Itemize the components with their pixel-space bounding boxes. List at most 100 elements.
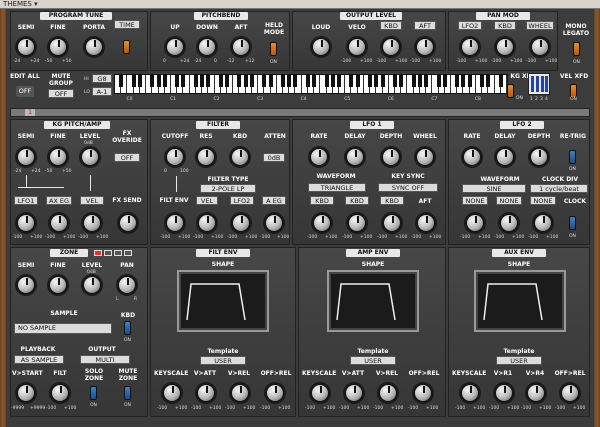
black-key[interactable]: [399, 75, 404, 87]
zone-filt-knob[interactable]: [51, 384, 69, 402]
res-knob[interactable]: [197, 148, 215, 166]
zone-fine-knob[interactable]: [49, 276, 67, 294]
pan-kbd-button[interactable]: KBD: [494, 21, 516, 30]
black-key[interactable]: [461, 75, 466, 87]
zone-view-list-icon[interactable]: [114, 250, 122, 256]
clock-toggle[interactable]: [569, 216, 576, 230]
black-key[interactable]: [181, 75, 186, 87]
black-key[interactable]: [293, 75, 298, 87]
keyboard[interactable]: [114, 74, 508, 94]
black-key[interactable]: [417, 75, 422, 87]
black-key[interactable]: [393, 75, 397, 87]
lo-note-display[interactable]: A-1: [92, 87, 112, 96]
filter-a-eg-knob[interactable]: [265, 214, 283, 232]
held-mode-toggle[interactable]: [270, 42, 277, 56]
kg-ax-eg-button[interactable]: AX EG: [46, 196, 72, 205]
black-key[interactable]: [455, 75, 460, 87]
lfo2-depth-knob[interactable]: [530, 148, 548, 166]
kg-fine-knob[interactable]: [49, 148, 67, 166]
time-display[interactable]: TIME: [114, 20, 140, 29]
fx-override-value[interactable]: OFF: [114, 153, 140, 162]
black-key[interactable]: [355, 75, 360, 87]
cutoff-knob[interactable]: [166, 148, 184, 166]
black-key[interactable]: [436, 75, 441, 87]
pb-aft-knob[interactable]: [232, 38, 250, 56]
black-key[interactable]: [442, 75, 447, 87]
sample-value[interactable]: NO SAMPLE: [14, 323, 112, 334]
lfo2-none3-button[interactable]: NONE: [530, 196, 556, 205]
black-key[interactable]: [486, 75, 491, 87]
v-start-knob[interactable]: [17, 384, 35, 402]
amp-env-template-value[interactable]: USER: [350, 356, 396, 365]
velo-knob[interactable]: [348, 38, 366, 56]
pan-wheel-knob[interactable]: [531, 38, 549, 56]
themes-menu[interactable]: THEMES ▾: [0, 0, 600, 9]
filter-lfo2-button[interactable]: LFO2: [230, 196, 254, 205]
aux-keyscale-knob[interactable]: [461, 384, 479, 402]
kg-level-knob[interactable]: [81, 148, 99, 166]
lfo2-none2-button[interactable]: NONE: [496, 196, 522, 205]
lfo1-wheel-knob[interactable]: [416, 148, 434, 166]
black-key[interactable]: [137, 75, 142, 87]
black-key[interactable]: [218, 75, 223, 87]
black-key[interactable]: [380, 75, 385, 87]
zone-pan-knob[interactable]: [118, 276, 136, 294]
re-trig-toggle[interactable]: [569, 150, 576, 164]
kg-vel-button[interactable]: VEL: [80, 196, 104, 205]
lfo2-none1-button[interactable]: NONE: [462, 196, 488, 205]
black-key[interactable]: [281, 75, 285, 87]
filter-a-eg-button[interactable]: A EG: [262, 196, 286, 205]
lfo1-kbd3-button[interactable]: KBD: [380, 196, 404, 205]
zone-view-red-icon[interactable]: [94, 250, 102, 256]
aux-v-r1-knob[interactable]: [495, 384, 513, 402]
black-key[interactable]: [330, 75, 335, 87]
zone-level-knob[interactable]: [83, 276, 101, 294]
kg-vel-knob[interactable]: [83, 214, 101, 232]
black-key[interactable]: [467, 75, 472, 87]
black-key[interactable]: [131, 75, 136, 87]
filter-kbd-knob[interactable]: [231, 148, 249, 166]
black-key[interactable]: [175, 75, 180, 87]
lfo2-none3-knob[interactable]: [534, 214, 552, 232]
black-key[interactable]: [498, 75, 503, 87]
kg-lfo1-knob[interactable]: [17, 214, 35, 232]
black-key[interactable]: [243, 75, 248, 87]
black-key[interactable]: [424, 75, 429, 87]
black-key[interactable]: [312, 75, 317, 87]
xfd-curve-graph[interactable]: [528, 73, 550, 95]
black-key[interactable]: [150, 75, 155, 87]
amp-off-rel-knob[interactable]: [414, 384, 432, 402]
lfo1-waveform-value[interactable]: TRIANGLE: [308, 183, 366, 192]
kbd-button[interactable]: KBD: [380, 21, 402, 30]
filt-env-knob[interactable]: [166, 214, 184, 232]
lfo1-kbd2-knob[interactable]: [348, 214, 366, 232]
kbd-level-knob[interactable]: [382, 38, 400, 56]
amp-v-att-knob[interactable]: [345, 384, 363, 402]
black-key[interactable]: [162, 75, 167, 87]
lfo1-aft-knob[interactable]: [417, 214, 435, 232]
filt-off-rel-knob[interactable]: [266, 384, 284, 402]
lfo1-kbd1-knob[interactable]: [313, 214, 331, 232]
aux-v-r4-knob[interactable]: [527, 384, 545, 402]
atten-value[interactable]: 0dB: [263, 153, 285, 162]
fx-send-knob[interactable]: [119, 214, 137, 232]
black-key[interactable]: [411, 75, 416, 87]
lfo1-delay-knob[interactable]: [346, 148, 364, 166]
black-key[interactable]: [337, 75, 341, 87]
black-key[interactable]: [193, 75, 198, 87]
lfo2-waveform-value[interactable]: SINE: [462, 184, 526, 193]
kg-lfo1-button[interactable]: LFO1: [14, 196, 38, 205]
pan-lfo2-knob[interactable]: [461, 38, 479, 56]
zone-view-all-icon[interactable]: [124, 250, 132, 256]
aux-off-rel-knob[interactable]: [561, 384, 579, 402]
lfo2-none1-knob[interactable]: [466, 214, 484, 232]
black-key[interactable]: [349, 75, 354, 87]
output-value[interactable]: MULTI: [80, 355, 130, 364]
vel-xfd-toggle[interactable]: [570, 84, 577, 98]
amp-v-rel-knob[interactable]: [379, 384, 397, 402]
pb-down-knob[interactable]: [198, 38, 216, 56]
filt-env-template-value[interactable]: USER: [200, 356, 246, 365]
hi-note-display[interactable]: G8: [92, 74, 112, 83]
aft-level-knob[interactable]: [416, 38, 434, 56]
mono-legato-toggle[interactable]: [573, 42, 580, 56]
